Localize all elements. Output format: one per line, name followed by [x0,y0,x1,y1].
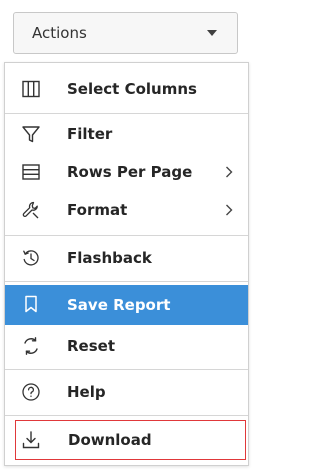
actions-button-label: Actions [32,24,87,42]
download-icon [21,430,41,450]
menu-item-label: Download [68,431,152,449]
help-icon [21,382,41,402]
menu-item-label: Save Report [67,296,171,314]
chevron-right-icon [222,165,236,179]
menu-item-label: Reset [67,337,115,355]
menu-item-help[interactable]: Help [5,373,248,411]
menu-item-filter[interactable]: Filter [5,115,248,153]
wrench-icon [21,200,41,220]
menu-item-download[interactable]: Download [15,420,246,460]
filter-icon [21,124,41,144]
menu-item-format[interactable]: Format [5,191,248,229]
reset-icon [21,336,41,356]
columns-icon [21,79,41,99]
menu-item-save-report[interactable]: Save Report [5,285,248,325]
menu-divider [5,415,248,416]
menu-divider [5,235,248,236]
menu-item-select-columns[interactable]: Select Columns [5,70,248,108]
chevron-right-icon [222,203,236,217]
menu-item-label: Format [67,201,128,219]
flashback-icon [21,248,41,268]
menu-item-label: Select Columns [67,80,197,98]
rows-icon [21,162,41,182]
menu-item-reset[interactable]: Reset [5,327,248,365]
menu-divider [5,113,248,114]
actions-menu: Select Columns Filter Rows Per Page Form… [4,62,249,466]
bookmark-icon [21,294,41,314]
menu-item-flashback[interactable]: Flashback [5,239,248,277]
menu-item-label: Rows Per Page [67,163,193,181]
menu-item-rows-per-page[interactable]: Rows Per Page [5,153,248,191]
actions-button[interactable]: Actions [13,12,238,54]
caret-down-icon [207,30,217,36]
menu-divider [5,369,248,370]
menu-divider [5,281,248,282]
menu-item-label: Flashback [67,249,152,267]
menu-item-label: Filter [67,125,113,143]
menu-item-label: Help [67,383,106,401]
